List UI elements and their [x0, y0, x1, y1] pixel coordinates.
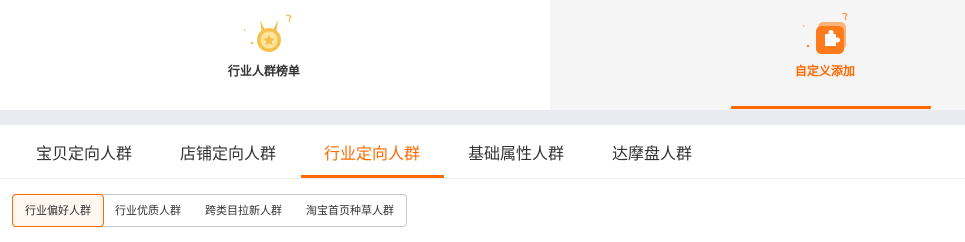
puzzle-card-icon [803, 12, 848, 54]
tab-item-audience[interactable]: 宝贝定向人群 [36, 125, 132, 179]
subtab-taobao-homepage-seeding[interactable]: 淘宝首页种草人群 [294, 195, 406, 226]
mode-label-industry-ranking: 行业人群榜单 [228, 64, 301, 78]
subtab-industry-preference[interactable]: 行业偏好人群 [12, 194, 104, 227]
industry-subtype-selector: 行业偏好人群 行业优质人群 跨类目拉新人群 淘宝首页种草人群 [12, 194, 407, 227]
mode-custom-add[interactable]: 自定义添加 [550, 0, 965, 110]
tab-shop-audience[interactable]: 店铺定向人群 [180, 125, 276, 179]
subtab-industry-quality[interactable]: 行业优质人群 [103, 195, 193, 226]
subtab-cross-category-new[interactable]: 跨类目拉新人群 [193, 195, 294, 226]
tab-basic-attribute-audience[interactable]: 基础属性人群 [468, 125, 564, 179]
medal-icon [244, 14, 292, 52]
mode-selector: 行业人群榜单 自定义添加 [0, 0, 965, 110]
tab-industry-audience[interactable]: 行业定向人群 [324, 125, 420, 179]
mode-label-custom-add: 自定义添加 [795, 64, 856, 78]
mode-industry-ranking[interactable]: 行业人群榜单 [0, 0, 550, 110]
mode-active-underline [731, 106, 931, 109]
tab-damopan-audience[interactable]: 达摩盘人群 [612, 125, 692, 179]
section-divider [0, 110, 965, 125]
audience-selector-page: 行业人群榜单 自定义添加 宝贝定向人群 店铺定向人群 行业定向人群 基础属性人群… [0, 0, 965, 242]
audience-tabs: 宝贝定向人群 店铺定向人群 行业定向人群 基础属性人群 达摩盘人群 [0, 125, 965, 179]
tab-active-underline [301, 175, 444, 178]
